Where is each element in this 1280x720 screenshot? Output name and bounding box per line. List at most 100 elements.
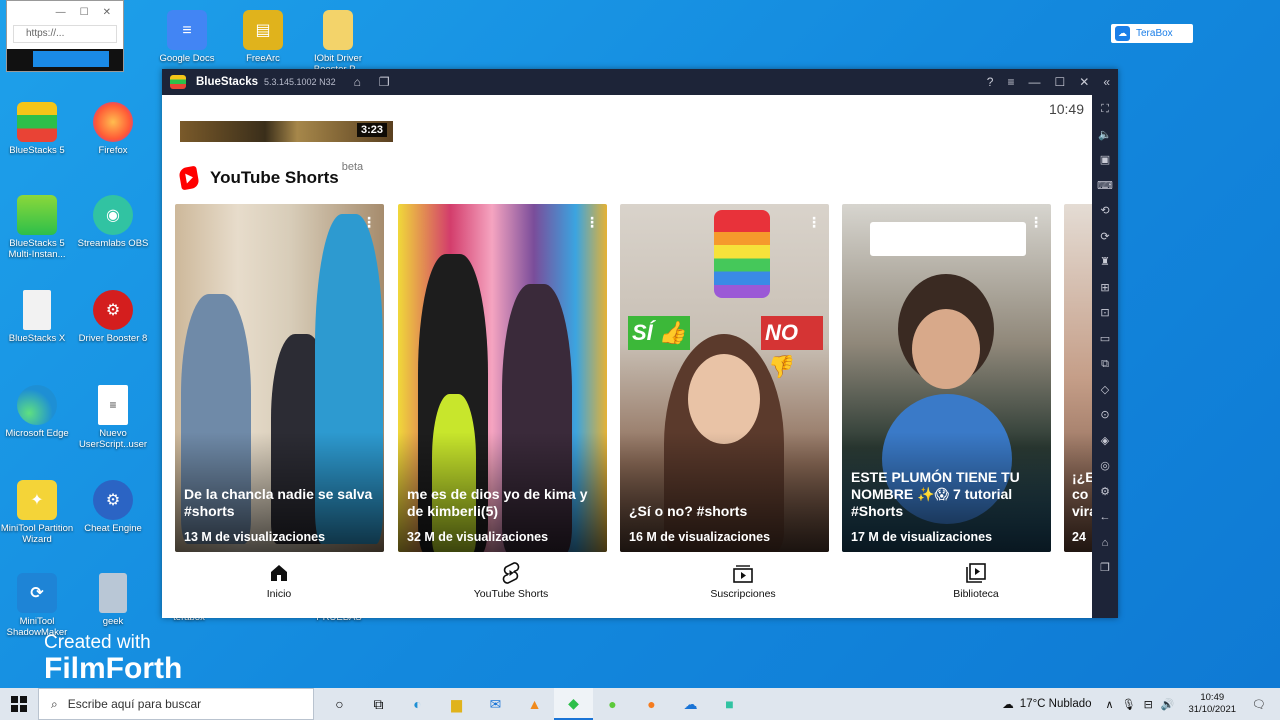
short-views: 24 — [1072, 530, 1086, 544]
windows-icon — [11, 696, 27, 712]
gamepad-icon[interactable]: ♜ — [1100, 254, 1110, 271]
short-title: ESTE PLUMÓN TIENE TU NOMBRE ✨😱 7 tutoria… — [851, 469, 1020, 519]
bluestacks-taskbar-icon[interactable]: ◆ — [554, 688, 593, 720]
desktop: — ☐ ✕ https://... ≡ Google Docs ▤ FreeAr… — [0, 0, 1280, 688]
url-field[interactable]: https://... — [13, 25, 117, 43]
more-options-icon[interactable]: ⋮ — [585, 214, 599, 231]
nav-item-suscripciones[interactable]: Suscripciones — [673, 562, 813, 600]
sync-icon[interactable]: ⟳ — [1100, 229, 1109, 246]
terabox-widget[interactable]: ☁ TeraBox — [1111, 24, 1193, 43]
more-options-icon[interactable]: ⋮ — [807, 214, 821, 231]
short-card[interactable]: ¡¿E co vira 24 — [1064, 204, 1092, 552]
volume-icon[interactable]: 🔈 — [1098, 127, 1112, 144]
shorts-section-header: YouTube Shorts beta — [178, 161, 363, 191]
more-options-icon[interactable]: ⋮ — [1029, 214, 1043, 231]
short-card[interactable]: ⋮ ESTE PLUMÓN TIENE TU NOMBRE ✨😱 7 tutor… — [842, 204, 1051, 552]
screen-icon[interactable]: ▣ — [1100, 152, 1110, 169]
folder-icon[interactable]: ▭ — [1100, 331, 1110, 348]
mail-icon[interactable]: ✉ — [476, 688, 515, 720]
cloud-app-icon[interactable]: ☁ — [671, 688, 710, 720]
edge-taskbar-icon[interactable]: ◐ — [398, 688, 437, 720]
desktop-icon-driver-booster[interactable]: ⚙ Driver Booster 8 — [74, 290, 152, 344]
google-docs-icon: ≡ — [167, 10, 207, 50]
vlc-icon[interactable]: ▲ — [515, 688, 554, 720]
maximize-icon[interactable]: ☐ — [80, 7, 89, 18]
bluestacks-multi-taskbar-icon[interactable]: ● — [593, 688, 632, 720]
volume-icon[interactable]: 🔊 — [1161, 698, 1175, 711]
desktop-icon-userscript[interactable]: ≡ Nuevo UserScript..user — [74, 385, 152, 450]
desktop-icon-bluestacks-x[interactable]: BlueStacks X — [0, 290, 76, 344]
apk-icon[interactable]: ⊞ — [1100, 280, 1109, 297]
bluestacks-window: BlueStacks 5.3.145.1002 N32 ⌂ ❐ ? ≡ — ☐ … — [162, 69, 1118, 618]
eco-icon[interactable]: ◎ — [1100, 458, 1110, 475]
close-icon[interactable]: ✕ — [103, 7, 111, 18]
file-explorer-icon[interactable]: ▆ — [437, 688, 476, 720]
minimize-icon[interactable]: — — [1028, 75, 1040, 89]
show-hidden-icons[interactable]: ∧ — [1106, 698, 1114, 711]
network-icon[interactable]: ⊟ — [1144, 698, 1153, 711]
minitool-partition-icon: ✦ — [17, 480, 57, 520]
desktop-icon-geek[interactable]: geek — [74, 573, 152, 627]
search-placeholder: Escribe aquí para buscar — [67, 697, 202, 711]
microphone-icon[interactable]: 🎙 — [1122, 698, 1136, 711]
orange-app-icon[interactable]: ● — [632, 688, 671, 720]
short-card[interactable]: ⋮ me es de dios yo de kima y de kimberli… — [398, 204, 607, 552]
desktop-icon-firefox[interactable]: Firefox — [74, 102, 152, 156]
desktop-icon-bluestacks-5[interactable]: BlueStacks 5 — [0, 102, 76, 156]
desktop-icon-freearc[interactable]: ▤ FreeArc — [224, 10, 302, 64]
copy-icon[interactable]: ⧉ — [1101, 356, 1109, 373]
keyboard-icon[interactable]: ⌨ — [1097, 178, 1113, 195]
nav-item-youtube-shorts[interactable]: YouTube Shorts — [441, 562, 581, 600]
previous-video-thumbnail[interactable]: 3:23 — [180, 121, 393, 142]
bluestacks-title: BlueStacks — [196, 76, 259, 88]
fullscreen-icon[interactable]: ⛶ — [1101, 101, 1109, 118]
close-icon[interactable]: ✕ — [1079, 75, 1089, 89]
taskbar-search[interactable]: ⌕ Escribe aquí para buscar — [38, 688, 314, 720]
mini-browser-window[interactable]: — ☐ ✕ https://... — [6, 0, 124, 72]
desktop-icon-minitool-shadowmaker[interactable]: ⟳ MiniTool ShadowMaker — [0, 573, 76, 638]
help-icon[interactable]: ? — [987, 75, 994, 89]
short-title: De la chancla nadie se salva #shorts — [184, 486, 373, 519]
desktop-icon-iobit-driver-booster[interactable]: IObit Driver Booster P... — [299, 10, 377, 75]
nav-item-biblioteca[interactable]: Biblioteca — [906, 562, 1046, 600]
start-button[interactable] — [0, 688, 38, 720]
layers-icon[interactable]: ◈ — [1101, 433, 1109, 450]
notifications-icon[interactable]: 🗨 — [1252, 698, 1266, 711]
desktop-icon-microsoft-edge[interactable]: Microsoft Edge — [0, 385, 76, 439]
eraser-icon[interactable]: ◇ — [1101, 382, 1109, 399]
task-view-icon[interactable]: ⧉ — [359, 688, 398, 720]
weather-widget[interactable]: ☁ 17°C Nublado — [1002, 697, 1091, 711]
maximize-icon[interactable]: ☐ — [1054, 75, 1065, 89]
short-card[interactable]: ⋮ De la chancla nadie se salva #shorts 1… — [175, 204, 384, 552]
cortana-icon[interactable]: ○ — [320, 688, 359, 720]
file-icon — [23, 290, 51, 330]
shorts-section-title: YouTube Shorts — [210, 168, 339, 187]
collapse-sidebar-icon[interactable]: « — [1103, 75, 1110, 89]
bluestacks-icon — [17, 102, 57, 142]
rotate-icon[interactable]: ⟲ — [1100, 203, 1109, 220]
short-card[interactable]: SÍ 👍 NO 👎 ⋮ ¿Sí o no? #shorts 16 M de vi… — [620, 204, 829, 552]
screenshot-icon[interactable]: ⊡ — [1100, 305, 1109, 322]
settings-icon[interactable]: ⚙ — [1100, 484, 1110, 501]
desktop-icon-cheat-engine[interactable]: ⚙ Cheat Engine — [74, 480, 152, 534]
nav-item-inicio[interactable]: Inicio — [209, 562, 349, 600]
android-home-icon[interactable]: ⌂ — [1102, 535, 1109, 552]
clock[interactable]: 10:49 31/10/2021 — [1188, 692, 1236, 716]
short-title: ¡¿E co vira — [1072, 469, 1092, 519]
beta-badge: beta — [341, 161, 364, 173]
desktop-icon-bluestacks-multi[interactable]: BlueStacks 5 Multi-Instan... — [0, 195, 76, 260]
location-icon[interactable]: ⊙ — [1100, 407, 1109, 424]
minimize-icon[interactable]: — — [56, 7, 66, 18]
menu-icon[interactable]: ≡ — [1007, 75, 1014, 89]
home-icon[interactable]: ⌂ — [354, 75, 361, 89]
streamlabs-taskbar-icon[interactable]: ■ — [710, 688, 749, 720]
desktop-icon-minitool-partition[interactable]: ✦ MiniTool Partition Wizard — [0, 480, 76, 545]
desktop-icon-streamlabs[interactable]: ◉ Streamlabs OBS — [74, 195, 152, 249]
shorts-icon — [441, 562, 581, 584]
more-options-icon[interactable]: ⋮ — [362, 214, 376, 231]
back-icon[interactable]: ← — [1100, 509, 1111, 526]
multi-window-icon[interactable]: ❐ — [379, 75, 390, 89]
shadowmaker-icon: ⟳ — [17, 573, 57, 613]
recent-apps-icon[interactable]: ❐ — [1100, 560, 1110, 577]
desktop-icon-google-docs[interactable]: ≡ Google Docs — [148, 10, 226, 64]
